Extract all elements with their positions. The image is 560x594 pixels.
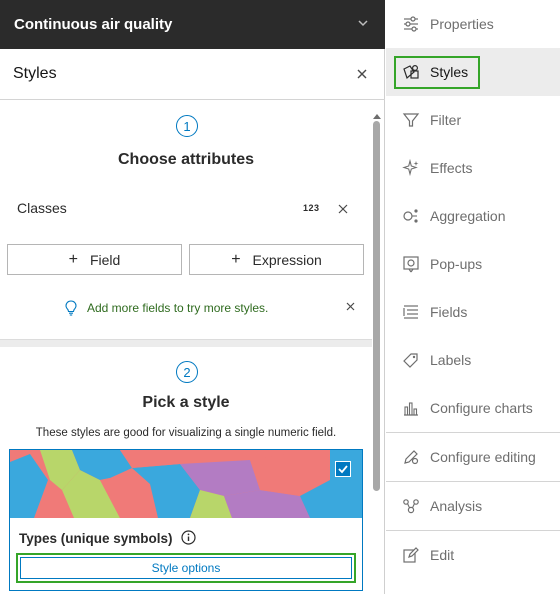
panel-header: Styles xyxy=(0,49,385,100)
layer-title: Continuous air quality xyxy=(14,16,173,33)
filter-icon xyxy=(402,113,420,127)
tool-effects-label: Effects xyxy=(430,160,473,176)
add-expression-button[interactable]: + Expression xyxy=(189,244,364,275)
layer-selector[interactable]: Continuous air quality xyxy=(0,0,385,49)
tool-filter-label: Filter xyxy=(430,112,462,128)
tool-configure-editing[interactable]: Configure editing xyxy=(386,433,560,481)
analysis-icon xyxy=(403,499,419,514)
style-card-title: Types (unique symbols) xyxy=(19,531,173,546)
aggregation-icon xyxy=(403,209,418,223)
selected-checkbox[interactable] xyxy=(335,461,351,477)
tool-configure-charts-label: Configure charts xyxy=(430,400,533,416)
checkmark-icon xyxy=(338,465,348,474)
configure-editing-icon xyxy=(404,450,419,465)
step-2-number: 2 xyxy=(176,361,198,383)
popups-icon xyxy=(403,256,419,273)
step-1-number: 1 xyxy=(176,115,198,137)
tool-popups[interactable]: Pop-ups xyxy=(386,240,560,288)
tool-effects[interactable]: Effects xyxy=(386,144,560,192)
edit-icon xyxy=(403,547,419,563)
tool-popups-label: Pop-ups xyxy=(430,256,483,272)
tool-fields[interactable]: Fields xyxy=(386,288,560,336)
info-icon[interactable] xyxy=(181,530,196,545)
tool-edit[interactable]: Edit xyxy=(386,531,560,579)
scroll-up-arrow-icon[interactable] xyxy=(373,114,381,119)
plus-icon: + xyxy=(68,250,78,268)
add-expression-label: Expression xyxy=(252,251,322,268)
tool-configure-charts[interactable]: Configure charts xyxy=(386,384,560,432)
lightbulb-icon xyxy=(65,300,77,316)
panel-title: Styles xyxy=(13,65,57,82)
tool-filter[interactable]: Filter xyxy=(386,96,560,144)
step-1-title: Choose attributes xyxy=(117,151,254,168)
labels-icon xyxy=(403,353,418,368)
tool-labels-label: Labels xyxy=(430,352,472,368)
tool-aggregation[interactable]: Aggregation xyxy=(386,192,560,240)
scrollbar-thumb[interactable] xyxy=(373,121,380,491)
section-divider xyxy=(0,339,372,347)
style-options-button[interactable]: Style options xyxy=(20,557,352,579)
close-icon[interactable] xyxy=(355,67,369,81)
effects-icon xyxy=(402,159,419,177)
attribute-label: Classes xyxy=(17,200,67,216)
tool-configure-editing-label: Configure editing xyxy=(430,449,536,465)
tool-properties-label: Properties xyxy=(430,16,494,32)
plus-icon: + xyxy=(231,250,241,268)
tool-properties[interactable]: Properties xyxy=(386,0,560,48)
panel-scrollbar[interactable] xyxy=(372,114,381,591)
remove-attribute-icon[interactable] xyxy=(338,204,348,214)
tool-fields-label: Fields xyxy=(430,304,468,320)
style-card-unique-symbols[interactable]: Types (unique symbols) Style options xyxy=(9,449,363,591)
chevron-down-icon[interactable] xyxy=(355,15,371,31)
tool-analysis-label: Analysis xyxy=(430,498,483,514)
numeric-type-badge: 123 xyxy=(303,203,320,213)
dismiss-tip-icon[interactable] xyxy=(346,302,355,311)
style-options-highlight: Style options xyxy=(16,553,356,583)
add-field-button[interactable]: + Field xyxy=(7,244,182,275)
tool-edit-label: Edit xyxy=(430,547,455,563)
layer-toolbar: Properties Styles Filter Effects Aggrega… xyxy=(386,0,560,594)
style-panel: Continuous air quality Styles 1 Choose a… xyxy=(0,0,385,594)
step-2-title: Pick a style xyxy=(142,394,230,411)
properties-icon xyxy=(404,16,418,32)
tool-analysis[interactable]: Analysis xyxy=(386,482,560,530)
add-field-label: Field xyxy=(89,251,121,268)
tip-text: Add more fields to try more styles. xyxy=(87,301,269,315)
style-preview-map xyxy=(10,450,362,518)
step-2-description: These styles are good for visualizing a … xyxy=(35,427,337,439)
tool-labels[interactable]: Labels xyxy=(386,336,560,384)
fields-icon xyxy=(403,305,418,319)
styles-tool-highlight xyxy=(394,56,480,89)
charts-icon xyxy=(404,402,418,416)
tool-aggregation-label: Aggregation xyxy=(430,208,506,224)
